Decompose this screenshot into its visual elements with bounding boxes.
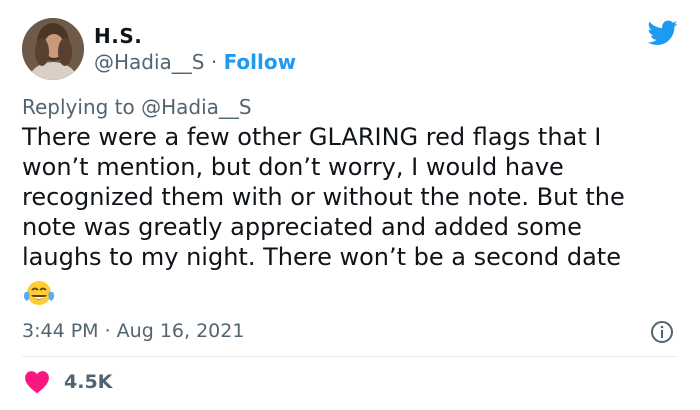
separator-dot: · xyxy=(210,50,218,74)
avatar[interactable] xyxy=(22,18,84,80)
author-handle[interactable]: @Hadia__S xyxy=(94,50,205,74)
info-icon[interactable] xyxy=(650,320,674,344)
avatar-image xyxy=(22,18,84,80)
twitter-bird-icon[interactable] xyxy=(648,20,678,46)
tweet-text-line: There were a few other GLARING red flags… xyxy=(22,123,602,151)
face-with-tears-of-joy-icon xyxy=(23,281,55,305)
tweet-card: H.S. @Hadia__S · Follow Replying to @Had… xyxy=(0,0,700,410)
replying-to-prefix: Replying to xyxy=(22,95,135,119)
tweet-text-line: won’t mention, but don’t worry, I would … xyxy=(22,153,564,181)
like-action[interactable]: 4.5K xyxy=(24,370,112,394)
author-display-name[interactable]: H.S. xyxy=(94,24,142,48)
like-count: 4.5K xyxy=(64,371,113,393)
tweet-text-line: recognized them with or without the note… xyxy=(22,183,625,211)
author-handle-row: @Hadia__S · Follow xyxy=(94,50,296,74)
tweet-timestamp[interactable]: 3:44 PM · Aug 16, 2021 xyxy=(22,320,244,342)
follow-button[interactable]: Follow xyxy=(224,50,297,74)
tweet-text: There were a few other GLARING red flags… xyxy=(22,122,682,272)
replying-to: Replying to @Hadia__S xyxy=(22,95,252,119)
tweet-text-line: note was greatly appreciated and added s… xyxy=(22,213,582,241)
tweet-text-line: laughs to my night. There won’t be a sec… xyxy=(22,243,621,271)
divider xyxy=(22,356,678,357)
reply-target-link[interactable]: @Hadia__S xyxy=(141,95,252,119)
heart-icon[interactable] xyxy=(24,370,50,394)
